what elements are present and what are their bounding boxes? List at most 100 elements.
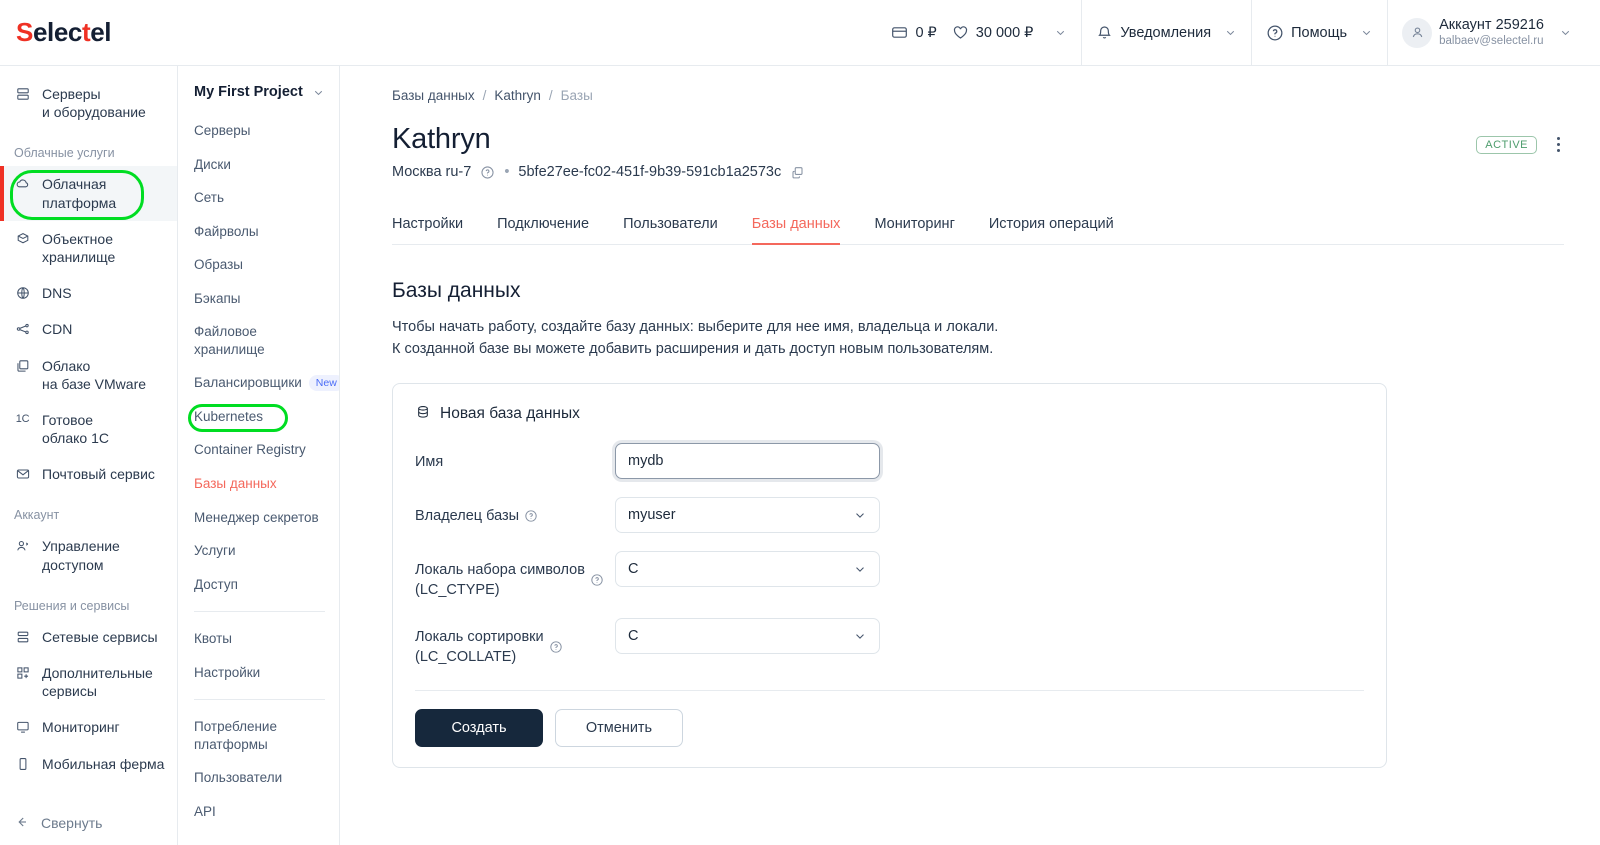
tab-bar: Настройки Подключение Пользователи Базы … [392, 210, 1564, 245]
page-title: Kathryn [392, 123, 491, 155]
1c-icon: 1C [15, 412, 30, 425]
project-item-api[interactable]: API [178, 795, 339, 829]
card-icon [891, 24, 908, 41]
project-item-label: Бэкапы [194, 290, 241, 306]
sidebar-item-additional-services[interactable]: Дополнительные сервисы [0, 655, 177, 709]
tab-users[interactable]: Пользователи [623, 210, 718, 244]
project-item-backups[interactable]: Бэкапы [178, 282, 339, 316]
help-circle-icon[interactable] [549, 640, 563, 654]
heart-icon [952, 24, 969, 41]
account-group[interactable]: Аккаунт 259216 balbaev@selectel.ru [1387, 0, 1586, 65]
notifications-label: Уведомления [1120, 24, 1212, 41]
copy-icon[interactable] [790, 165, 805, 180]
project-item-balancers[interactable]: Балансировщики New [178, 366, 339, 400]
sidebar-item-mail-service[interactable]: Почтовый сервис [0, 456, 177, 492]
section-description-line2: К созданной базе вы можете добавить расш… [392, 340, 994, 357]
chevron-down-icon[interactable] [1559, 26, 1572, 39]
help-circle-icon[interactable] [590, 573, 604, 587]
collapse-sidebar-button[interactable]: Свернуть [0, 801, 177, 845]
project-item-label: Доступ [194, 576, 238, 592]
cancel-button[interactable]: Отменить [555, 708, 683, 747]
divider [194, 699, 325, 701]
name-label: Имя [415, 443, 615, 472]
sidebar-item-label: Облачная платформа [42, 176, 117, 211]
project-item-services[interactable]: Услуги [178, 534, 339, 568]
chevron-down-icon[interactable] [1360, 26, 1373, 39]
project-item-quotas[interactable]: Квоты [178, 622, 339, 656]
notifications-group[interactable]: Уведомления [1081, 0, 1251, 65]
project-item-label: Потребление платформы [194, 719, 277, 752]
breadcrumb-item-kathryn[interactable]: Kathryn [494, 88, 541, 103]
tab-settings[interactable]: Настройки [392, 210, 463, 244]
balance-group[interactable]: 0 ₽ 30 000 ₽ [877, 0, 1081, 65]
project-item-users[interactable]: Пользователи [178, 761, 339, 795]
project-selector[interactable]: My First Project [178, 80, 339, 114]
project-item-platform-consumption[interactable]: Потребление платформы [178, 710, 339, 761]
chevron-down-icon[interactable] [1054, 26, 1067, 39]
database-name-input[interactable] [615, 442, 880, 479]
sidebar-item-label: Дополнительные сервисы [42, 665, 153, 700]
project-item-images[interactable]: Образы [178, 248, 339, 282]
sidebar-item-network-services[interactable]: Сетевые сервисы [0, 619, 177, 655]
top-header: Selectel 0 ₽ 30 000 ₽ Уведомления Помощь… [0, 0, 1600, 66]
sidebar-item-servers[interactable]: Серверы и оборудование [0, 76, 177, 130]
tab-monitoring[interactable]: Мониторинг [874, 210, 954, 244]
collate-selected-value: C [628, 628, 639, 645]
chevron-down-icon[interactable] [1224, 26, 1237, 39]
help-circle-icon[interactable] [524, 509, 538, 523]
arrow-left-icon [14, 814, 30, 833]
page-header-actions: ACTIVE [1476, 123, 1564, 156]
help-circle-icon[interactable] [480, 165, 495, 180]
project-item-label: Kubernetes [194, 408, 264, 424]
chevron-down-icon [312, 86, 325, 99]
project-name: My First Project [194, 84, 303, 100]
sidebar-item-monitoring[interactable]: Мониторинг [0, 709, 177, 745]
breadcrumb-item-databases[interactable]: Базы данных [392, 88, 475, 103]
sidebar-item-label: CDN [42, 321, 73, 338]
sidebar-item-dns[interactable]: DNS [0, 275, 177, 311]
status-badge: ACTIVE [1476, 135, 1537, 154]
kebab-menu-icon[interactable] [1553, 133, 1564, 156]
tab-operations-history[interactable]: История операций [989, 210, 1114, 244]
sidebar-item-object-storage[interactable]: Объектное хранилище [0, 221, 177, 275]
divider [415, 689, 1364, 691]
sidebar-item-mobile-farm[interactable]: Мобильная ферма [0, 746, 177, 782]
project-item-secret-manager[interactable]: Менеджер секретов [178, 501, 339, 535]
project-item-kubernetes[interactable]: Kubernetes [178, 400, 339, 434]
project-item-settings[interactable]: Настройки [178, 656, 339, 690]
breadcrumb: Базы данных / Kathryn / Базы [392, 84, 1564, 123]
project-item-servers[interactable]: Серверы [178, 114, 339, 148]
tab-databases[interactable]: Базы данных [751, 210, 840, 245]
form-actions: Создать Отменить [415, 708, 1364, 747]
sidebar-section-cloud: Облачные услуги [14, 146, 115, 161]
sidebar-item-1c-cloud[interactable]: 1C Готовое облако 1С [0, 402, 177, 456]
question-circle-icon [1266, 24, 1284, 42]
database-owner-select[interactable]: myuser [615, 496, 880, 533]
logo-s: S [16, 17, 33, 47]
network-icon [14, 629, 31, 645]
lc-collate-select[interactable]: C [615, 618, 880, 655]
project-item-databases[interactable]: Базы данных [178, 467, 339, 501]
lc-ctype-select[interactable]: C [615, 550, 880, 587]
project-item-file-storage[interactable]: Файловое хранилище [178, 315, 339, 366]
tab-connection[interactable]: Подключение [497, 210, 589, 244]
project-item-container-registry[interactable]: Container Registry [178, 433, 339, 467]
sidebar-item-cloud-platform[interactable]: Облачная платформа [0, 166, 177, 222]
sidebar-item-cdn[interactable]: CDN [0, 311, 177, 347]
sidebar-item-vmware-cloud[interactable]: Облако на базе VMware [0, 348, 177, 402]
selectel-logo[interactable]: Selectel [0, 17, 178, 48]
project-item-network[interactable]: Сеть [178, 181, 339, 215]
name-field-wrap [615, 442, 880, 479]
header-actions: 0 ₽ 30 000 ₽ Уведомления Помощь Аккаунт … [877, 0, 1600, 65]
balance-amount: 0 ₽ [915, 24, 937, 41]
project-item-access[interactable]: Доступ [178, 568, 339, 602]
help-group[interactable]: Помощь [1251, 0, 1387, 65]
project-item-label: Файловое хранилище [194, 324, 265, 357]
project-item-disks[interactable]: Диски [178, 148, 339, 182]
create-button[interactable]: Создать [415, 708, 543, 747]
project-item-firewalls[interactable]: Файрволы [178, 215, 339, 249]
breadcrumb-item-current: Базы [560, 88, 593, 103]
sidebar-item-access-management[interactable]: Управление доступом [0, 528, 177, 582]
sidebar-section-account: Аккаунт [14, 508, 60, 523]
logo-suffix: el [90, 17, 112, 47]
